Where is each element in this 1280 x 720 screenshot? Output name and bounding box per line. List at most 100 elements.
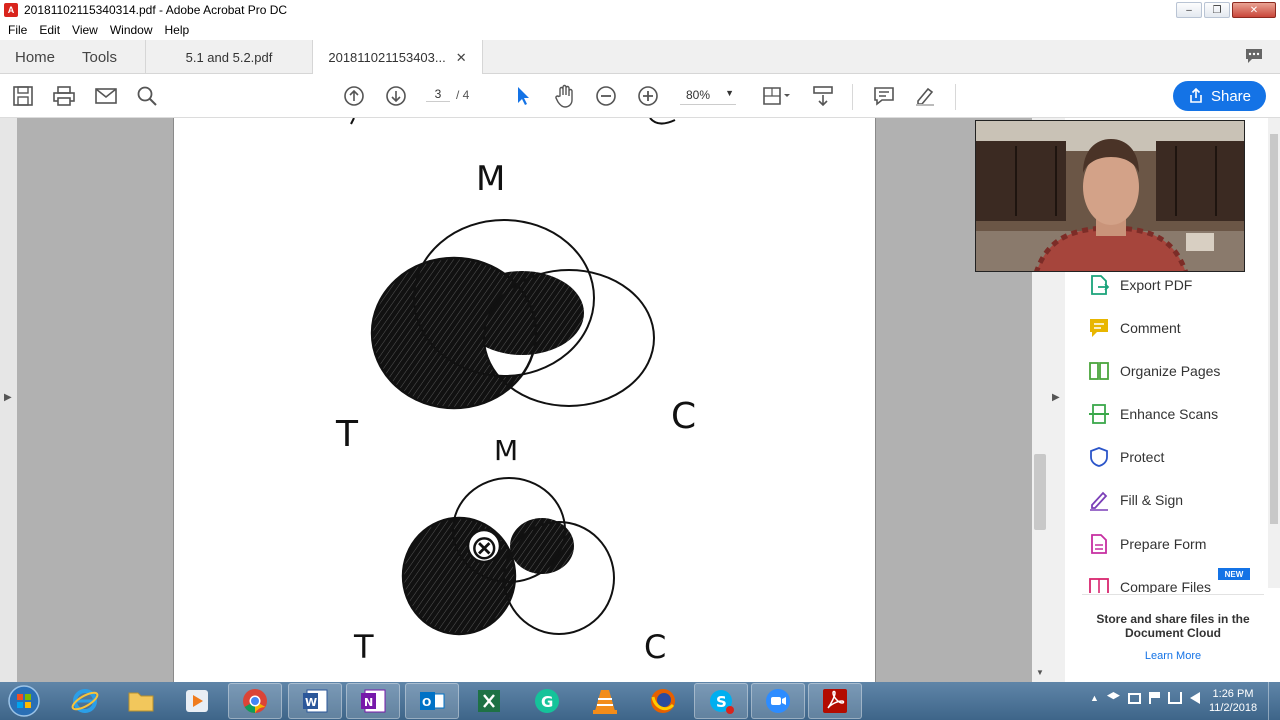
menu-help[interactable]: Help [165, 23, 190, 37]
clock-time: 1:26 PM [1212, 688, 1254, 700]
right-panel-scrollbar[interactable] [1268, 118, 1280, 588]
firefox-taskbar[interactable] [636, 683, 690, 719]
tool-prepare-form[interactable]: Prepare Form [1088, 530, 1206, 558]
tool-protect-label: Protect [1120, 449, 1165, 465]
prepare-form-icon [1091, 534, 1107, 554]
tab-document-1[interactable]: 5.1 and 5.2.pdf [145, 40, 313, 74]
tool-compare-files[interactable]: Compare Files [1088, 573, 1211, 593]
tab-document-2-label: 201811021153403... [328, 50, 446, 65]
fit-page-icon[interactable] [760, 84, 792, 108]
network-icon[interactable] [1167, 692, 1182, 704]
media-player-taskbar[interactable] [170, 683, 224, 719]
right-panel-scrollbar-thumb[interactable] [1270, 134, 1278, 524]
start-button[interactable] [0, 683, 48, 719]
learn-more-link[interactable]: Learn More [1082, 650, 1264, 662]
select-cursor-icon[interactable] [511, 84, 535, 108]
menu-file[interactable]: File [8, 23, 27, 37]
next-page-icon[interactable] [384, 84, 408, 108]
fill-sign-icon [1090, 491, 1108, 511]
expand-left-panel-icon[interactable]: ▶ [4, 392, 12, 403]
skype-taskbar[interactable]: S [694, 683, 748, 719]
minimize-button[interactable]: – [1176, 2, 1202, 18]
search-icon[interactable] [135, 84, 159, 108]
menu-view[interactable]: View [72, 23, 98, 37]
dropbox-icon[interactable] [1106, 692, 1120, 700]
scroll-down-arrow-icon[interactable]: ▼ [1036, 668, 1044, 677]
show-desktop-button[interactable] [1268, 682, 1280, 720]
word-taskbar[interactable]: W [288, 683, 342, 719]
page-total: / 4 [456, 88, 470, 102]
svg-text:W: W [305, 696, 317, 709]
tool-export-pdf[interactable]: Export PDF [1088, 271, 1192, 299]
tab-document-2[interactable]: 201811021153403... ✕ [313, 40, 483, 75]
zoom-taskbar[interactable] [751, 683, 805, 719]
tool-export-pdf-label: Export PDF [1120, 277, 1193, 293]
share-label: Share [1210, 87, 1252, 105]
grammarly-taskbar[interactable]: G [520, 683, 574, 719]
tab-tools[interactable]: Tools [82, 40, 117, 74]
close-window-button[interactable]: ✕ [1232, 2, 1276, 18]
onenote-taskbar[interactable]: N [346, 683, 400, 719]
share-button[interactable]: Share [1173, 81, 1266, 111]
flag-icon[interactable] [1148, 692, 1160, 704]
label-m-2: M [494, 434, 518, 467]
chat-icon[interactable] [1244, 46, 1264, 69]
system-clock[interactable]: 1:26 PM 11/2/2018 [1200, 687, 1266, 715]
save-icon[interactable] [11, 84, 35, 108]
menu-window[interactable]: Window [110, 23, 153, 37]
zoom-level-select[interactable]: 80% ▼ [680, 88, 736, 105]
tool-enhance-scans[interactable]: Enhance Scans [1088, 400, 1218, 428]
windows-taskbar: W N O G S ▲ 1:26 PM 11/2/2018 [0, 682, 1280, 720]
export-pdf-icon [1091, 275, 1110, 295]
page-number-input[interactable]: 3 [426, 87, 450, 102]
svg-text:N: N [364, 696, 373, 709]
acrobat-icon [823, 689, 847, 713]
acrobat-taskbar[interactable] [808, 683, 862, 719]
restore-button[interactable]: ❐ [1204, 2, 1230, 18]
tool-comment[interactable]: Comment [1088, 314, 1181, 342]
highlight-pen-icon[interactable] [913, 84, 937, 108]
previous-page-icon[interactable] [342, 84, 366, 108]
scroll-mode-icon[interactable] [811, 84, 835, 108]
comment-tool-icon[interactable] [872, 84, 896, 108]
outlook-taskbar[interactable]: O [405, 683, 459, 719]
tool-fill-sign[interactable]: Fill & Sign [1088, 486, 1183, 514]
window-controls: – ❐ ✕ [1176, 2, 1276, 18]
show-hidden-icons-icon[interactable]: ▲ [1090, 693, 1099, 703]
tab-home[interactable]: Home [15, 40, 55, 74]
print-icon[interactable] [52, 84, 76, 108]
zoom-out-icon[interactable] [594, 84, 618, 108]
collapse-right-panel-icon[interactable]: ▶ [1052, 392, 1060, 403]
hand-tool-icon[interactable] [553, 84, 577, 108]
tool-protect[interactable]: Protect [1088, 443, 1164, 471]
label-t-2: T [353, 628, 374, 666]
organize-pages-icon [1089, 362, 1109, 380]
pdf-page[interactable]: M T C ⊗ M T C [173, 118, 876, 682]
system-tray: ▲ [1090, 692, 1200, 704]
acrobat-app-icon: A [4, 3, 18, 17]
svg-text:O: O [422, 696, 431, 709]
windows-start-icon [8, 685, 40, 717]
compare-files-icon [1089, 578, 1109, 593]
tool-enhance-scans-label: Enhance Scans [1120, 406, 1219, 422]
menu-edit[interactable]: Edit [39, 23, 60, 37]
vlc-icon [593, 690, 617, 714]
file-explorer-taskbar[interactable] [114, 683, 168, 719]
email-icon[interactable] [94, 84, 118, 108]
tool-organize-pages[interactable]: Organize Pages [1088, 357, 1220, 385]
venn-diagram-1 [370, 219, 655, 410]
chrome-icon [243, 689, 267, 713]
scrollbar-thumb[interactable] [1034, 454, 1046, 530]
excel-taskbar[interactable] [462, 683, 516, 719]
folder-icon [128, 692, 154, 712]
tool-comment-label: Comment [1120, 320, 1181, 336]
zoom-in-icon[interactable] [636, 84, 660, 108]
volume-icon[interactable] [1189, 692, 1200, 704]
vlc-taskbar[interactable] [578, 683, 632, 719]
internet-explorer-taskbar[interactable] [58, 683, 112, 719]
chrome-taskbar[interactable] [228, 683, 282, 719]
close-tab-icon[interactable]: ✕ [456, 50, 467, 66]
display-icon[interactable] [1127, 692, 1141, 704]
left-panel-toggle-strip[interactable]: ▶ [0, 118, 17, 682]
outlook-icon: O [420, 692, 445, 710]
